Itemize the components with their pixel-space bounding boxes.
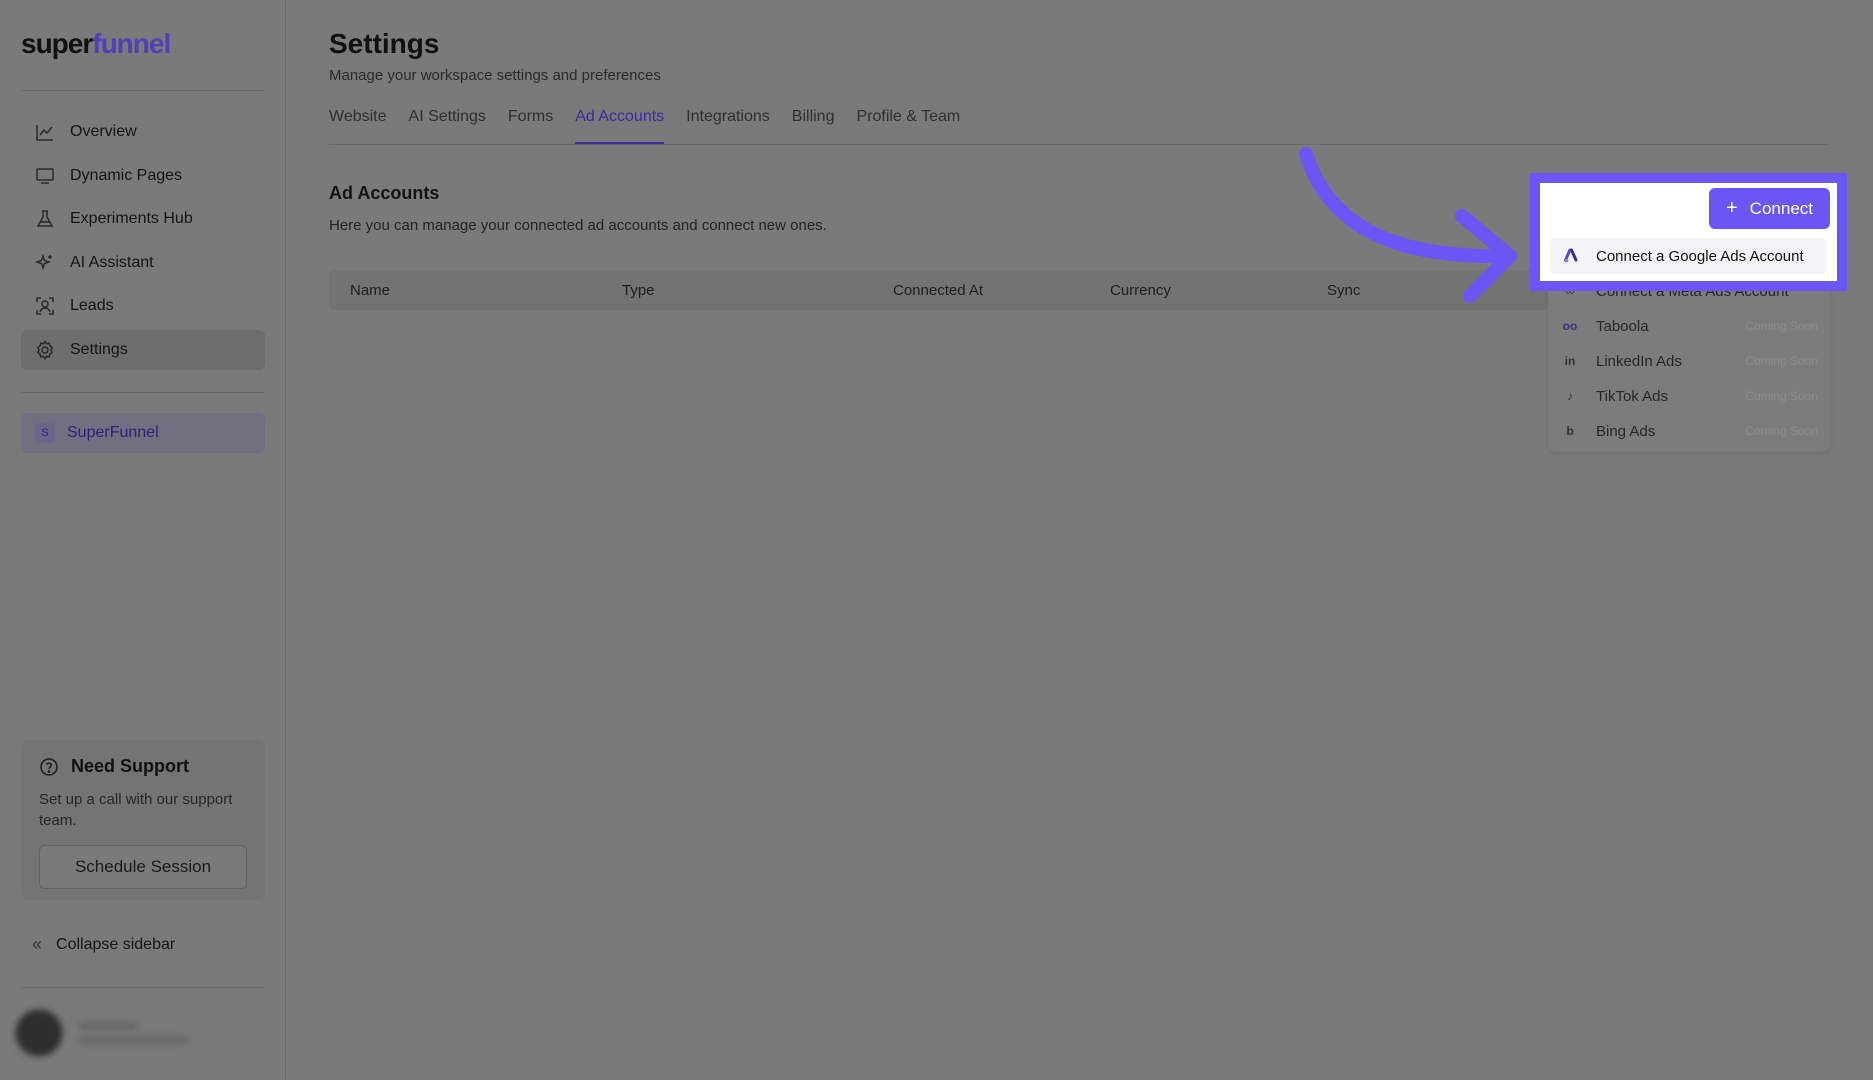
column-header-connected-at: Connected At (893, 282, 984, 299)
sidebar-item-label: Settings (70, 340, 128, 358)
menu-item-label: Connect a Google Ads Account (1596, 247, 1804, 265)
sidebar-item-overview[interactable]: Overview (21, 112, 265, 152)
monitor-icon (35, 166, 55, 186)
collapse-sidebar-button[interactable]: « Collapse sidebar (32, 934, 175, 955)
menu-item-taboola[interactable]: oo Taboola Coming Soon (1562, 309, 1818, 343)
tab-integrations[interactable]: Integrations (686, 108, 770, 144)
sidebar-item-leads[interactable]: Leads (21, 286, 265, 326)
menu-item-google-ads[interactable]: Connect a Google Ads Account (1550, 238, 1826, 274)
sparkles-icon (35, 253, 55, 273)
page-title: Settings (329, 28, 440, 59)
support-title: Need Support (39, 756, 247, 777)
menu-item-tiktok-ads[interactable]: ♪ TikTok Ads Coming Soon (1562, 379, 1818, 413)
sidebar-item-experiments-hub[interactable]: Experiments Hub (21, 199, 265, 239)
sidebar-item-settings[interactable]: Settings (21, 329, 265, 370)
collapse-sidebar-label: Collapse sidebar (56, 935, 176, 953)
chart-line-icon (35, 122, 55, 142)
chevrons-left-icon: « (32, 934, 43, 954)
menu-item-linkedin-ads[interactable]: in LinkedIn Ads Coming Soon (1562, 344, 1818, 378)
user-profile[interactable] (14, 1005, 264, 1061)
support-text: Set up a call with our support team. (39, 791, 233, 829)
google-ads-icon (1564, 248, 1580, 264)
main-content: Settings Manage your workspace settings … (329, 0, 1873, 1080)
workspace-name: SuperFunnel (67, 424, 159, 441)
tiktok-icon: ♪ (1567, 389, 1573, 403)
logo-text-super: super (21, 28, 93, 59)
connect-button-label: Connect (1749, 198, 1813, 218)
sidebar-item-label: AI Assistant (70, 253, 154, 271)
support-title-text: Need Support (71, 756, 190, 776)
schedule-session-button[interactable]: Schedule Session (39, 845, 247, 889)
menu-item-bing-ads[interactable]: b Bing Ads Coming Soon (1562, 414, 1818, 448)
workspace-badge: S (35, 423, 55, 443)
tab-profile-team[interactable]: Profile & Team (856, 108, 960, 144)
avatar (14, 1008, 64, 1058)
taboola-icon: oo (1562, 319, 1578, 333)
tabs-divider (329, 144, 1829, 145)
column-header-type: Type (622, 282, 655, 299)
coming-soon-label: Coming Soon (1745, 389, 1818, 403)
sidebar-divider (21, 987, 265, 988)
flask-icon (35, 209, 55, 229)
page-subtitle: Manage your workspace settings and prefe… (329, 67, 661, 84)
sidebar-divider (21, 392, 265, 393)
linkedin-icon: in (1564, 354, 1576, 368)
tab-forms[interactable]: Forms (508, 108, 553, 144)
tab-billing[interactable]: Billing (792, 108, 835, 144)
sidebar-divider (21, 90, 265, 91)
sidebar-item-ai-assistant[interactable]: AI Assistant (21, 243, 265, 283)
column-header-currency: Currency (1110, 282, 1171, 299)
sidebar-item-label: Experiments Hub (70, 210, 193, 227)
gear-icon (35, 339, 55, 360)
section-title: Ad Accounts (329, 183, 440, 203)
settings-tabs: Website AI Settings Forms Ad Accounts In… (329, 108, 982, 144)
logo-text-funnel: funnel (92, 28, 171, 59)
column-header-name: Name (350, 282, 391, 299)
sidebar-item-label: Leads (70, 297, 114, 314)
user-scan-icon (35, 296, 55, 316)
annotation-arrow-icon (1299, 147, 1517, 303)
section-subtitle: Here you can manage your connected ad ac… (329, 217, 827, 234)
sidebar-item-dynamic-pages[interactable]: Dynamic Pages (21, 156, 265, 196)
superfunnel-logo[interactable]: superfunnel (21, 28, 171, 60)
menu-item-label: Taboola (1596, 317, 1649, 335)
plus-icon: + (1725, 197, 1738, 219)
menu-item-label: LinkedIn Ads (1596, 352, 1682, 370)
coming-soon-label: Coming Soon (1745, 354, 1818, 368)
coming-soon-label: Coming Soon (1745, 319, 1818, 333)
tab-ai-settings[interactable]: AI Settings (409, 108, 486, 144)
sidebar-nav: Overview Dynamic Pages Experiments Hub A… (21, 112, 265, 373)
coming-soon-label: Coming Soon (1745, 424, 1818, 438)
user-info-blurred (78, 1017, 188, 1049)
menu-item-label: Bing Ads (1596, 422, 1656, 440)
menu-item-label: TikTok Ads (1596, 387, 1668, 405)
sidebar-item-label: Overview (70, 123, 137, 140)
connect-button[interactable]: + Connect (1709, 188, 1830, 229)
sidebar: superfunnel Overview Dynamic Pages Exper… (0, 0, 286, 1080)
bing-icon: b (1566, 424, 1574, 438)
tab-ad-accounts[interactable]: Ad Accounts (575, 108, 665, 144)
tab-website[interactable]: Website (329, 108, 387, 144)
workspace-switcher[interactable]: S SuperFunnel (21, 413, 265, 453)
sidebar-item-label: Dynamic Pages (70, 166, 183, 184)
support-card: Need Support Set up a call with our supp… (21, 740, 265, 900)
help-circle-icon (39, 757, 59, 777)
